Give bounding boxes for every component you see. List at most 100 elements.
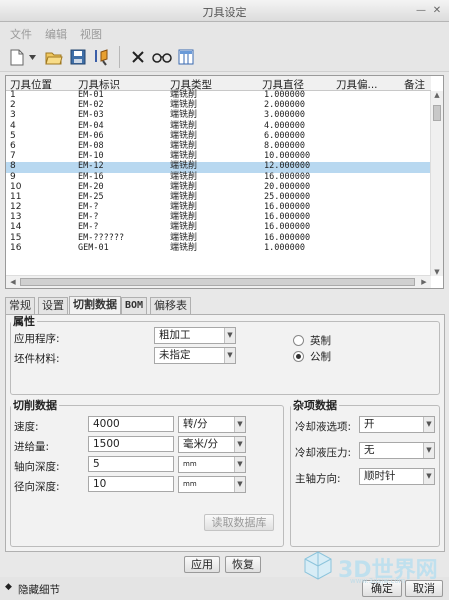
coolant-pressure-value: 无: [364, 444, 375, 456]
unit-imperial-radio[interactable]: [293, 335, 304, 346]
scroll-right-icon[interactable]: ▶: [418, 278, 430, 286]
chevron-down-icon[interactable]: ▼: [423, 469, 434, 484]
speed-unit-value: 转/分: [183, 418, 208, 430]
chevron-down-icon[interactable]: ▼: [423, 443, 434, 458]
scroll-thumb[interactable]: [20, 278, 415, 286]
scroll-up-icon[interactable]: ▲: [431, 91, 443, 99]
table-row[interactable]: 7 EM-10 端铣削 10.000000: [6, 151, 431, 162]
chevron-down-icon[interactable]: ▼: [224, 348, 235, 363]
chevron-down-icon[interactable]: ▼: [234, 437, 245, 452]
menu-bar: 文件 编辑 视图: [0, 22, 449, 42]
table-body: 1 EM-01 端铣削 1.000000 2 EM-02 端铣削 2.000000 3 EM-03…: [6, 90, 431, 254]
axial-unit-value: mm: [183, 460, 197, 468]
table-cell: 端铣削: [170, 242, 198, 253]
table-row[interactable]: 11 EM-25 端铣削 25.000000: [6, 192, 431, 203]
cube-logo-icon: [304, 551, 332, 580]
new-tool-icon[interactable]: [7, 47, 27, 67]
column-header[interactable]: 刀具位置: [10, 77, 52, 92]
cutting-data-panel: 属性 应用程序: 粗加工 ▼ 坯件材料: 未指定 ▼ 英制 公制 切削数据 速度…: [5, 313, 445, 552]
table-row[interactable]: 16 GEM-01 端铣削 1.000000: [6, 242, 431, 254]
tab-cutting-data[interactable]: 切割数据: [69, 296, 121, 314]
scroll-left-icon[interactable]: ◀: [7, 278, 19, 286]
collapse-icon[interactable]: ◆: [5, 582, 12, 592]
dropdown-icon[interactable]: [27, 47, 37, 67]
spindle-direction-select[interactable]: 顺时针 ▼: [359, 468, 435, 485]
hide-details-link[interactable]: 隐藏细节: [18, 582, 60, 597]
table-row[interactable]: 15 EM-?????? 端铣削 16.000000: [6, 233, 431, 244]
properties-legend: 属性: [13, 315, 35, 328]
cutting-legend: 切削数据: [13, 399, 57, 412]
axial-depth-field[interactable]: 5: [88, 456, 174, 472]
chevron-down-icon[interactable]: ▼: [423, 417, 434, 432]
spindle-direction-value: 顺时针: [364, 470, 396, 482]
scroll-thumb[interactable]: [433, 105, 441, 121]
feed-unit-select[interactable]: 毫米/分 ▼: [178, 436, 246, 453]
table-row[interactable]: 1 EM-01 端铣削 1.000000: [6, 90, 431, 101]
chevron-down-icon[interactable]: ▼: [234, 457, 245, 472]
table-header: 刀具位置 刀具标识 刀具类型 刀具直径 刀具偏... 备注: [6, 76, 431, 91]
column-header[interactable]: 备注: [404, 77, 425, 92]
table-row[interactable]: 5 EM-06 端铣削 6.000000: [6, 131, 431, 142]
table-row[interactable]: 12 EM-? 端铣削 16.000000: [6, 202, 431, 213]
menu-view[interactable]: 视图: [80, 26, 102, 42]
table-row[interactable]: 10 EM-20 端铣削 20.000000: [6, 182, 431, 193]
menu-edit[interactable]: 编辑: [45, 26, 67, 42]
table-row[interactable]: 2 EM-02 端铣削 2.000000: [6, 100, 431, 111]
table-row[interactable]: 4 EM-04 端铣削 4.000000: [6, 121, 431, 132]
scroll-down-icon[interactable]: ▼: [431, 268, 443, 276]
tool-edit-icon[interactable]: [92, 47, 112, 67]
misc-legend: 杂项数据: [293, 399, 337, 412]
tool-table[interactable]: 刀具位置 刀具标识 刀具类型 刀具直径 刀具偏... 备注 1 EM-01 端铣削 1…: [5, 75, 444, 289]
axial-unit-select[interactable]: mm ▼: [178, 456, 246, 473]
speed-field[interactable]: 4000: [88, 416, 174, 432]
unit-metric-label: 公制: [310, 351, 331, 363]
columns-icon[interactable]: [176, 47, 196, 67]
view-icon[interactable]: [152, 47, 172, 67]
table-row[interactable]: 3 EM-03 端铣削 3.000000: [6, 110, 431, 121]
chevron-down-icon[interactable]: ▼: [234, 477, 245, 492]
tab-strip: 常规 设置 切割数据 BOM 偏移表: [5, 296, 445, 314]
speed-unit-select[interactable]: 转/分 ▼: [178, 416, 246, 433]
table-cell: GEM-01: [78, 242, 109, 253]
delete-icon[interactable]: [128, 47, 148, 67]
feed-label: 进给量:: [14, 441, 50, 453]
table-cell: 1.000000: [264, 242, 305, 253]
tab-offset-table[interactable]: 偏移表: [150, 297, 191, 314]
column-header[interactable]: 刀具偏...: [336, 77, 378, 92]
read-database-button[interactable]: 读取数据库: [204, 514, 274, 531]
axial-depth-label: 轴向深度:: [14, 461, 60, 473]
minimize-icon[interactable]: —: [414, 4, 428, 17]
table-row[interactable]: 14 EM-? 端铣削 16.000000: [6, 222, 431, 233]
title-bar: 刀具设定 — ✕: [0, 0, 449, 22]
feed-field[interactable]: 1500: [88, 436, 174, 452]
save-icon[interactable]: [68, 47, 88, 67]
table-row[interactable]: 9 EM-16 端铣削 16.000000: [6, 172, 431, 183]
chevron-down-icon[interactable]: ▼: [234, 417, 245, 432]
table-row[interactable]: 8 EM-12 端铣削 12.000000: [6, 161, 431, 173]
application-select[interactable]: 粗加工 ▼: [154, 327, 236, 344]
tab-general[interactable]: 常规: [5, 297, 35, 314]
coolant-option-value: 开: [364, 418, 375, 430]
unit-metric-radio[interactable]: [293, 351, 304, 362]
material-select[interactable]: 未指定 ▼: [154, 347, 236, 364]
apply-button[interactable]: 应用: [184, 556, 220, 573]
coolant-option-select[interactable]: 开 ▼: [359, 416, 435, 433]
horizontal-scrollbar[interactable]: ◀ ▶: [6, 275, 431, 288]
toolbar-separator: [119, 46, 120, 68]
tab-settings[interactable]: 设置: [38, 297, 68, 314]
chevron-down-icon[interactable]: ▼: [224, 328, 235, 343]
coolant-pressure-select[interactable]: 无 ▼: [359, 442, 435, 459]
menu-file[interactable]: 文件: [10, 26, 32, 42]
table-row[interactable]: 13 EM-? 端铣削 16.000000: [6, 212, 431, 223]
open-icon[interactable]: [44, 47, 64, 67]
vertical-scrollbar[interactable]: ▲ ▼: [430, 91, 443, 276]
toolbar: [0, 42, 449, 72]
tab-bom[interactable]: BOM: [121, 297, 148, 314]
radial-depth-label: 径向深度:: [14, 481, 60, 493]
radial-depth-field[interactable]: 10: [88, 476, 174, 492]
table-row[interactable]: 6 EM-08 端铣削 8.000000: [6, 141, 431, 152]
close-icon[interactable]: ✕: [430, 4, 444, 17]
restore-button[interactable]: 恢复: [225, 556, 261, 573]
material-value: 未指定: [159, 349, 191, 361]
radial-unit-select[interactable]: mm ▼: [178, 476, 246, 493]
